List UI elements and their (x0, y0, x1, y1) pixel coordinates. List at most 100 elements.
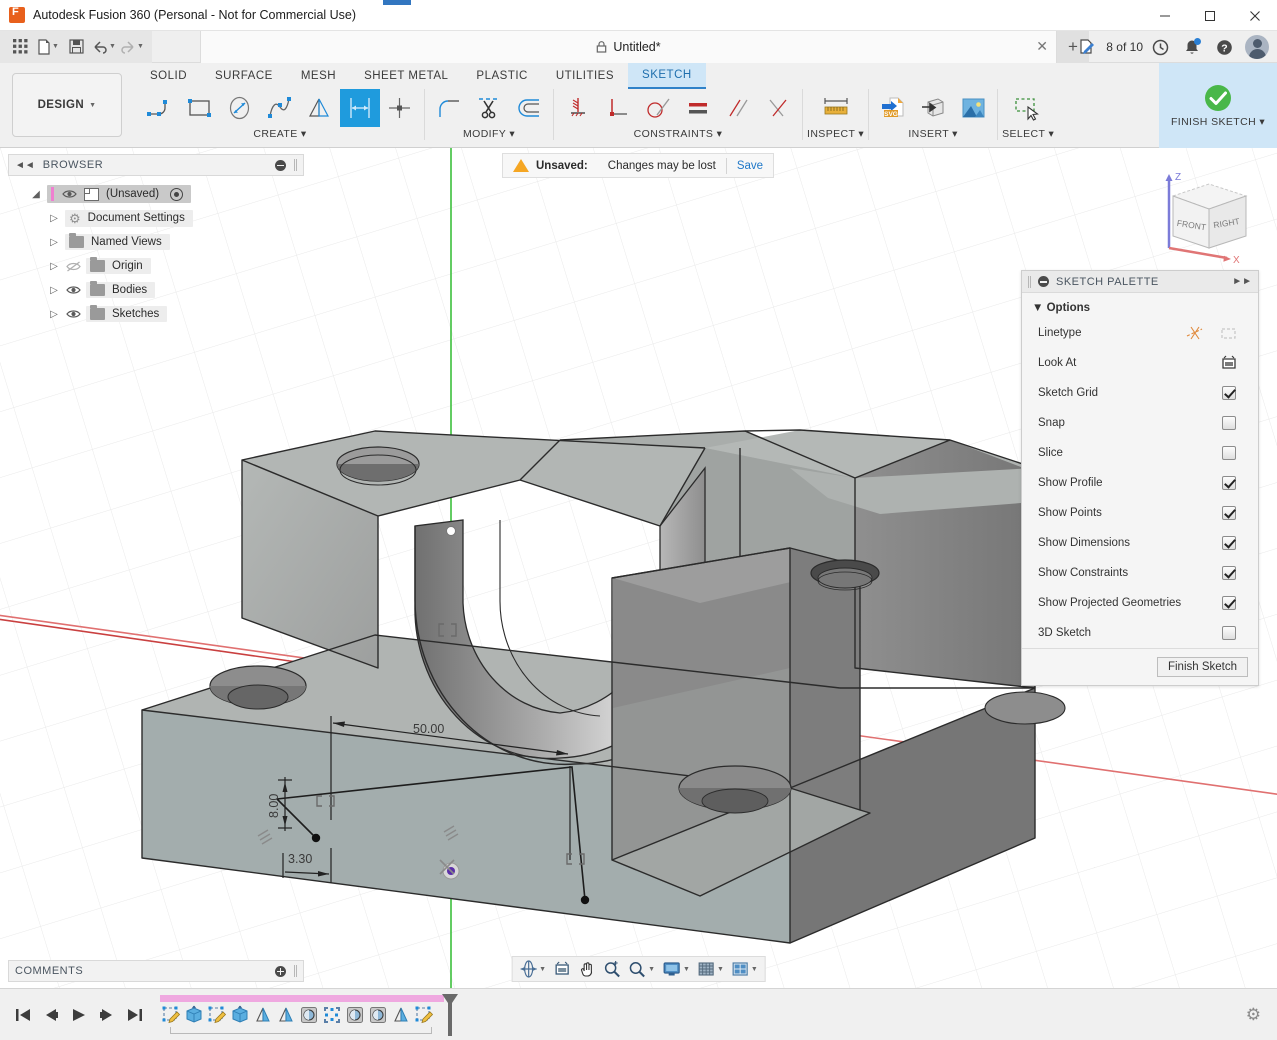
timeline-extrude-icon[interactable] (183, 1004, 205, 1026)
palette-row-show-constraints[interactable]: Show Constraints (1022, 558, 1258, 588)
timeline-progress-bar[interactable] (160, 995, 444, 1002)
tab-surface[interactable]: SURFACE (201, 63, 287, 89)
redo-icon[interactable]: ▼ (118, 34, 146, 60)
maximize-button[interactable] (1187, 0, 1232, 31)
close-document-icon[interactable]: ✕ (1036, 38, 1048, 55)
palette-row-show-points[interactable]: Show Points (1022, 498, 1258, 528)
timeline-sketch-icon[interactable] (413, 1004, 435, 1026)
equal-icon[interactable] (678, 89, 718, 127)
add-comment-icon[interactable] (275, 966, 286, 977)
panel-modify-label[interactable]: MODIFY ▾ (463, 128, 515, 140)
palette-row-slice[interactable]: Slice (1022, 438, 1258, 468)
insert-image-icon[interactable] (953, 89, 993, 127)
palette-header[interactable]: SKETCH PALETTE ►► (1022, 271, 1258, 293)
tab-sheet-metal[interactable]: SHEET METAL (350, 63, 462, 89)
show-projected-geometries-checkbox[interactable] (1222, 596, 1236, 610)
history-icon[interactable] (1145, 32, 1175, 62)
visibility-eye-icon[interactable] (65, 285, 81, 295)
help-icon[interactable]: ? (1209, 32, 1239, 62)
rectangle-icon[interactable] (180, 89, 220, 127)
expand-arrow-icon[interactable]: ◢ (30, 189, 42, 200)
offset-icon[interactable] (509, 89, 549, 127)
circle-icon[interactable] (220, 89, 260, 127)
new-file-caret[interactable]: ▼ (52, 43, 59, 50)
zoom-icon[interactable] (601, 957, 624, 981)
spline-icon[interactable] (260, 89, 300, 127)
named-views-chip[interactable]: Named Views (65, 234, 170, 250)
timeline-track[interactable] (160, 993, 450, 1037)
timeline-extrude-icon[interactable] (229, 1004, 251, 1026)
construction-linetype-icon[interactable] (1178, 325, 1212, 341)
palette-row-look-at[interactable]: Look At (1022, 348, 1258, 378)
save-link[interactable]: Save (737, 160, 763, 172)
grids-snaps-caret[interactable]: ▼ (717, 966, 724, 973)
play-icon[interactable] (70, 1007, 88, 1023)
expand-arrow-icon[interactable]: ▷ (48, 261, 60, 272)
notifications-icon[interactable] (1177, 32, 1207, 62)
timeline-revolve-icon[interactable] (252, 1004, 274, 1026)
palette-row-show-profile[interactable]: Show Profile (1022, 468, 1258, 498)
origin-chip[interactable]: Origin (86, 258, 151, 274)
timeline-hole-icon[interactable] (344, 1004, 366, 1026)
navigation-bar[interactable]: ▼ ▼ ▼ ▼ ▼ (511, 956, 766, 982)
step-forward-icon[interactable] (98, 1007, 116, 1023)
grid-menu-icon[interactable] (6, 34, 34, 60)
tab-plastic[interactable]: PLASTIC (462, 63, 541, 89)
new-file-icon[interactable]: ▼ (34, 34, 62, 60)
tab-sketch[interactable]: SKETCH (628, 63, 706, 89)
snap-checkbox[interactable] (1222, 416, 1236, 430)
root-node-chip[interactable]: (Unsaved) (47, 185, 191, 203)
perpendicular-icon[interactable] (598, 89, 638, 127)
browser-header[interactable]: ◄◄ BROWSER (8, 154, 304, 176)
tree-item-origin[interactable]: ▷ Origin (8, 254, 304, 278)
panel-select-label[interactable]: SELECT ▾ (1002, 128, 1054, 140)
symmetry-icon[interactable] (758, 89, 798, 127)
select-window-icon[interactable] (1005, 89, 1051, 127)
tree-item-document-settings[interactable]: ▷ ⚙ Document Settings (8, 206, 304, 230)
timeline-sketch-icon[interactable] (160, 1004, 182, 1026)
look-at-icon[interactable] (1212, 355, 1246, 371)
minimize-button[interactable] (1142, 0, 1187, 31)
document-settings-chip[interactable]: ⚙ Document Settings (65, 210, 193, 227)
look-at-icon[interactable] (551, 957, 574, 981)
fillet-icon[interactable] (429, 89, 469, 127)
expand-arrow-icon[interactable]: ▷ (48, 237, 60, 248)
visibility-eye-icon[interactable] (61, 189, 77, 199)
undo-icon[interactable]: ▼ (90, 34, 118, 60)
show-constraints-checkbox[interactable] (1222, 566, 1236, 580)
timeline-revolve-icon[interactable] (390, 1004, 412, 1026)
expand-arrow-icon[interactable]: ▷ (48, 285, 60, 296)
panel-create-label[interactable]: CREATE ▾ (253, 128, 306, 140)
insert-mcmaster-icon[interactable] (913, 89, 953, 127)
grids-snaps-icon[interactable]: ▼ (695, 957, 727, 981)
timeline-hole-icon[interactable] (367, 1004, 389, 1026)
insert-svg-icon[interactable]: SVG (873, 89, 913, 127)
point-icon[interactable] (380, 89, 420, 127)
tab-solid[interactable]: SOLID (136, 63, 201, 89)
finish-sketch-button[interactable]: FINISH SKETCH ▾ (1159, 63, 1277, 148)
show-profile-checkbox[interactable] (1222, 476, 1236, 490)
polygon-icon[interactable] (300, 89, 340, 127)
tree-item-sketches[interactable]: ▷ Sketches (8, 302, 304, 326)
tree-item-named-views[interactable]: ▷ Named Views (8, 230, 304, 254)
workspace-switcher[interactable]: DESIGN ▼ (12, 73, 122, 137)
visibility-eye-off-icon[interactable] (65, 261, 81, 272)
fit-icon[interactable]: ▼ (626, 957, 658, 981)
collapse-left-icon[interactable]: ◄◄ (15, 160, 35, 171)
viewports-icon[interactable]: ▼ (729, 957, 761, 981)
measure-ruler-icon[interactable] (813, 89, 859, 127)
palette-row-show-dimensions[interactable]: Show Dimensions (1022, 528, 1258, 558)
save-icon[interactable] (62, 34, 90, 60)
timeline-revolve-icon[interactable] (275, 1004, 297, 1026)
sketch-dimension-icon[interactable] (340, 89, 380, 127)
tree-item-root[interactable]: ◢ (Unsaved) (8, 182, 304, 206)
palette-row-sketch-grid[interactable]: Sketch Grid (1022, 378, 1258, 408)
palette-minimize-icon[interactable] (1038, 276, 1049, 287)
jump-start-icon[interactable] (14, 1007, 32, 1023)
slice-checkbox[interactable] (1222, 446, 1236, 460)
view-cube[interactable]: Z X FRONT RIGHT (1151, 166, 1261, 266)
browser-resize-grip[interactable] (294, 159, 297, 171)
sketches-chip[interactable]: Sketches (86, 306, 167, 322)
sketch-palette[interactable]: SKETCH PALETTE ►► ▼ Options Linetype Loo… (1021, 270, 1259, 686)
pan-icon[interactable] (576, 957, 599, 981)
